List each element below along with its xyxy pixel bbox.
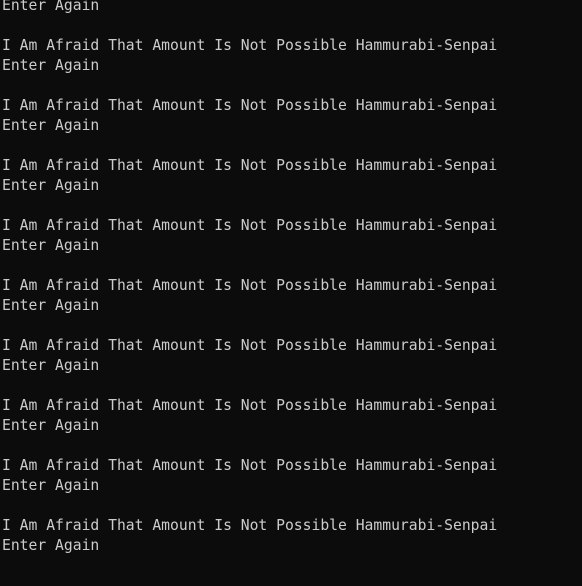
console-line: I Am Afraid That Amount Is Not Possible … [2, 397, 498, 414]
console-line: Enter Again [2, 57, 100, 74]
console-line: I Am Afraid That Amount Is Not Possible … [2, 157, 498, 174]
console-line: I Am Afraid That Amount Is Not Possible … [2, 217, 498, 234]
console-output: Enter Again I Am Afraid That Amount Is No… [2, 0, 497, 556]
console-line: I Am Afraid That Amount Is Not Possible … [2, 457, 498, 474]
console-line: Enter Again [2, 117, 100, 134]
console-window[interactable]: Enter Again I Am Afraid That Amount Is No… [0, 0, 582, 586]
console-line: Enter Again [2, 537, 100, 554]
console-line: Enter Again [2, 297, 100, 314]
console-line: I Am Afraid That Amount Is Not Possible … [2, 517, 498, 534]
console-line: Enter Again [2, 0, 100, 14]
console-line: Enter Again [2, 417, 100, 434]
console-line: I Am Afraid That Amount Is Not Possible … [2, 337, 498, 354]
console-line: Enter Again [2, 477, 100, 494]
console-line: I Am Afraid That Amount Is Not Possible … [2, 277, 498, 294]
console-line: Enter Again [2, 357, 100, 374]
console-line: I Am Afraid That Amount Is Not Possible … [2, 97, 498, 114]
console-line: Enter Again [2, 177, 100, 194]
console-line: I Am Afraid That Amount Is Not Possible … [2, 37, 498, 54]
console-line: Enter Again [2, 237, 100, 254]
